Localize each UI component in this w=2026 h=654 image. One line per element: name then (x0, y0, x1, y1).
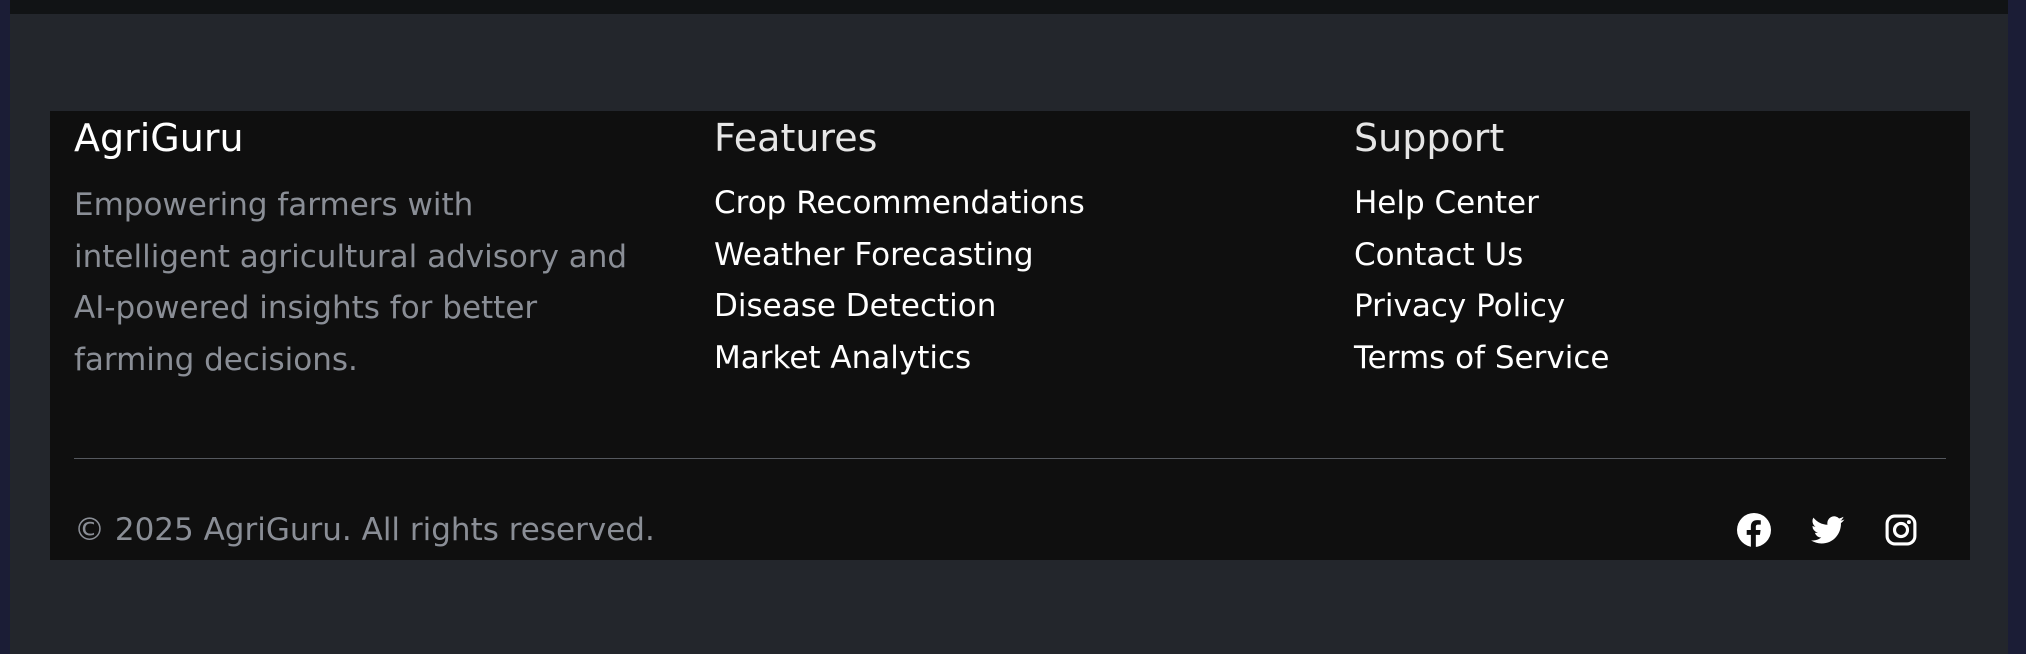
brand-title: AgriGuru (74, 116, 244, 160)
link-disease-detection[interactable]: Disease Detection (714, 281, 1085, 333)
top-bar (10, 0, 2008, 14)
twitter-icon[interactable] (1811, 513, 1845, 547)
site-footer: AgriGuru Empowering farmers with intelli… (50, 111, 1970, 560)
footer-divider (74, 458, 1946, 459)
link-contact-us[interactable]: Contact Us (1354, 230, 1609, 282)
page-background: AgriGuru Empowering farmers with intelli… (10, 0, 2008, 654)
instagram-icon[interactable] (1884, 513, 1918, 547)
link-market-analytics[interactable]: Market Analytics (714, 333, 1085, 385)
brand-description: Empowering farmers with intelligent agri… (74, 187, 628, 378)
support-heading: Support (1354, 116, 1505, 160)
copyright-text: © 2025 AgriGuru. All rights reserved. (74, 512, 655, 548)
link-privacy-policy[interactable]: Privacy Policy (1354, 281, 1609, 333)
link-terms-of-service[interactable]: Terms of Service (1354, 333, 1609, 385)
link-crop-recommendations[interactable]: Crop Recommendations (714, 178, 1085, 230)
support-links: Help Center Contact Us Privacy Policy Te… (1354, 178, 1609, 384)
features-heading: Features (714, 116, 878, 160)
features-links: Crop Recommendations Weather Forecasting… (714, 178, 1085, 384)
facebook-icon[interactable] (1737, 513, 1771, 547)
link-weather-forecasting[interactable]: Weather Forecasting (714, 230, 1085, 282)
link-help-center[interactable]: Help Center (1354, 178, 1609, 230)
